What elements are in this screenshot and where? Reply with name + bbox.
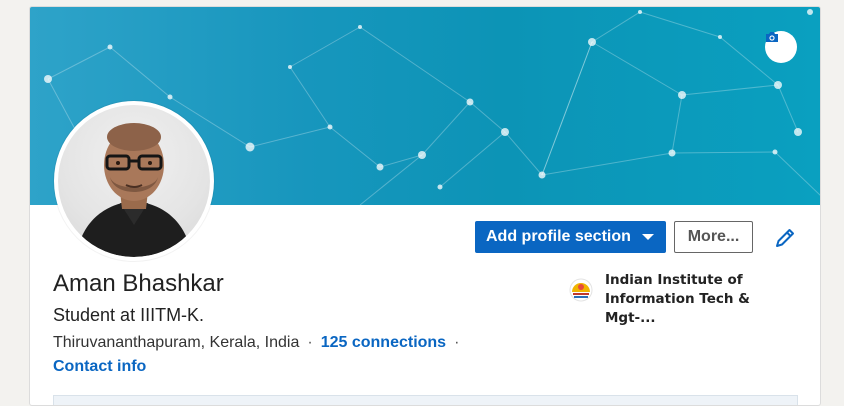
connections-link[interactable]: 125 connections	[321, 334, 446, 351]
more-button[interactable]: More...	[674, 221, 753, 253]
edit-profile-button[interactable]	[772, 225, 798, 251]
education-entry[interactable]: Indian Institute of Information Tech & M…	[567, 271, 807, 326]
institution-name: Indian Institute of Information Tech & M…	[605, 272, 750, 326]
profile-headline: Student at IIITM-K.	[53, 305, 205, 325]
banner-camera-button[interactable]	[765, 31, 797, 63]
separator-dot: ·	[307, 334, 313, 351]
profile-highlight-box	[53, 395, 798, 405]
profile-card: Add profile section More... Aman Bhashka…	[29, 6, 821, 406]
add-profile-section-label: Add profile section	[486, 228, 631, 245]
caret-down-icon	[642, 234, 654, 240]
camera-icon	[766, 32, 778, 42]
pencil-icon	[776, 229, 794, 247]
profile-name: Aman Bhashkar	[53, 270, 224, 297]
location-row: Thiruvananthapuram, Kerala, India · 125 co…	[53, 334, 467, 352]
institution-logo	[567, 276, 595, 304]
contact-info-link[interactable]: Contact info	[53, 358, 146, 376]
profile-photo[interactable]	[54, 101, 214, 261]
profile-location: Thiruvananthapuram, Kerala, India	[53, 334, 300, 351]
add-profile-section-button[interactable]: Add profile section	[475, 221, 666, 253]
person-photo	[76, 123, 192, 257]
separator-dot-2: ·	[454, 334, 460, 351]
